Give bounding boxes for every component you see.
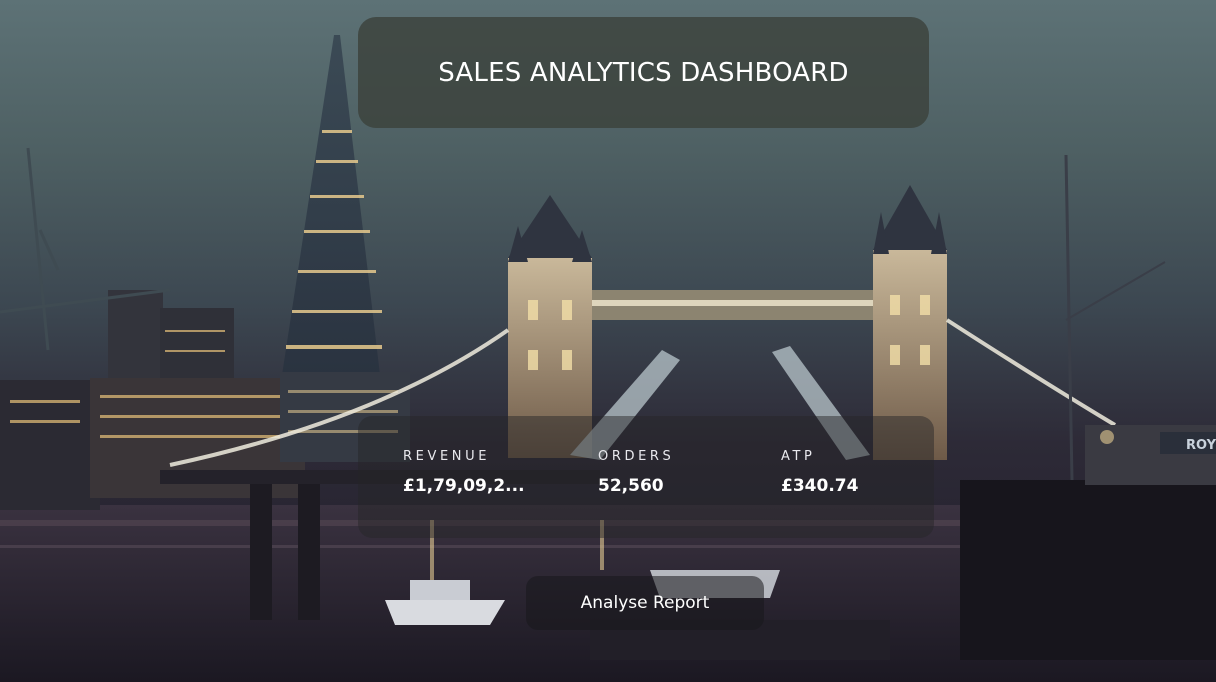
- revenue-label: REVENUE: [403, 449, 491, 464]
- title-card: SALES ANALYTICS DASHBOARD: [358, 17, 929, 128]
- dashboard-page: ROY SALES ANALYTICS DASHBOARD REVENUE £1…: [0, 0, 1216, 682]
- atp-value: £340.74: [781, 476, 859, 496]
- dashboard-title: SALES ANALYTICS DASHBOARD: [438, 57, 849, 88]
- kpi-orders: ORDERS 52,560: [598, 449, 675, 497]
- orders-value: 52,560: [598, 476, 664, 496]
- revenue-value: £1,79,09,2...: [403, 476, 525, 496]
- atp-label: ATP: [781, 449, 816, 464]
- orders-label: ORDERS: [598, 449, 675, 464]
- analyse-report-button[interactable]: Analyse Report: [526, 576, 764, 630]
- kpi-atp: ATP £340.74: [781, 449, 859, 497]
- kpi-revenue: REVENUE £1,79,09,2...: [403, 449, 525, 497]
- roy-sign-text: ROY: [1186, 438, 1216, 453]
- kpi-card: REVENUE £1,79,09,2... ORDERS 52,560 ATP …: [358, 416, 934, 538]
